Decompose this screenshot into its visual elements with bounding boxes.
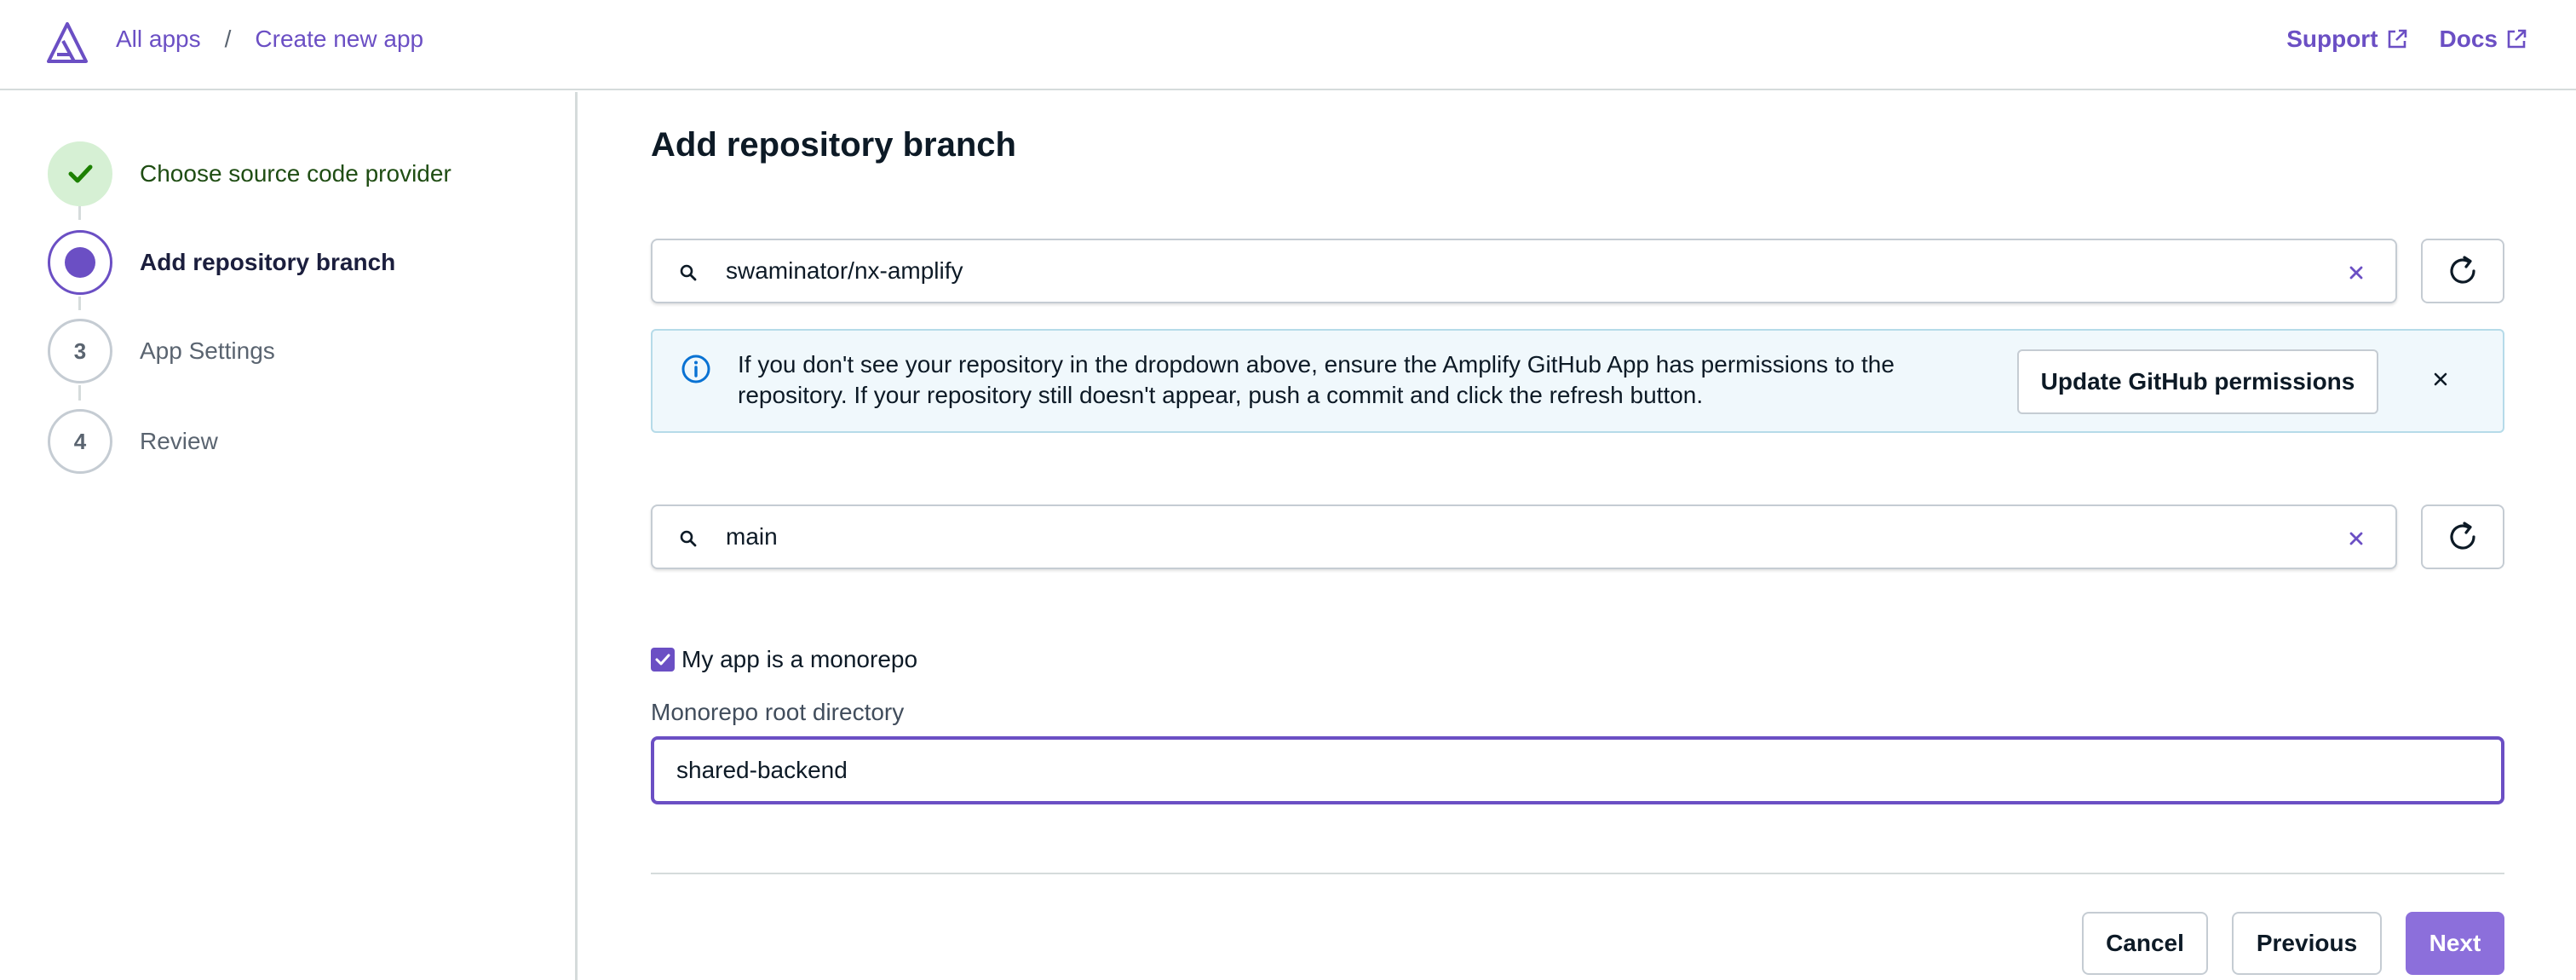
refresh-icon: [2450, 522, 2475, 550]
previous-button[interactable]: Previous: [2232, 912, 2382, 975]
close-icon[interactable]: [2429, 368, 2452, 390]
clear-icon[interactable]: [2346, 528, 2366, 549]
monorepo-root-directory-label: Monorepo root directory: [651, 699, 905, 725]
step-status-completed: [48, 141, 112, 206]
repository-select[interactable]: swaminator/nx-amplify: [651, 239, 2397, 303]
refresh-branches-button[interactable]: [2421, 504, 2504, 569]
github-permissions-alert: If you don't see your repository in the …: [651, 329, 2504, 433]
support-link[interactable]: Support: [2286, 26, 2408, 53]
current-step-dot: [65, 247, 95, 278]
breadcrumb-separator: /: [224, 26, 232, 52]
step-label: App Settings: [140, 337, 275, 364]
step-label: Choose source code provider: [140, 160, 451, 187]
checkmark-icon: [655, 654, 670, 666]
step-number: 4: [48, 409, 112, 474]
repository-select-value: swaminator/nx-amplify: [726, 257, 963, 284]
external-link-icon: [2388, 29, 2406, 49]
support-link-label: Support: [2286, 26, 2378, 52]
checkbox-checked[interactable]: [651, 648, 675, 672]
breadcrumb-all-apps[interactable]: All apps: [116, 26, 201, 53]
refresh-repositories-button[interactable]: [2421, 239, 2504, 303]
top-navigation-bar: All apps / Create new app Support Docs: [0, 0, 2576, 90]
amplify-logo-icon[interactable]: [46, 22, 89, 65]
page-title: Add repository branch: [651, 126, 1016, 164]
breadcrumb: All apps / Create new app: [116, 26, 423, 53]
branch-select-value: main: [726, 523, 778, 550]
clear-icon[interactable]: [2346, 262, 2366, 283]
docs-link[interactable]: Docs: [2440, 26, 2528, 53]
branch-select[interactable]: main: [651, 504, 2397, 569]
step-status-current: [48, 230, 112, 295]
search-icon: [680, 264, 697, 281]
step-label: Add repository branch: [140, 249, 396, 275]
next-button[interactable]: Next: [2406, 912, 2504, 975]
step-choose-source-provider[interactable]: Choose source code provider: [48, 141, 451, 206]
header-links: Support Docs: [2256, 26, 2528, 53]
step-add-repository-branch[interactable]: Add repository branch: [48, 230, 395, 295]
monorepo-checkbox[interactable]: My app is a monorepo: [651, 646, 917, 673]
update-github-permissions-button[interactable]: Update GitHub permissions: [2017, 349, 2378, 414]
alert-message: If you don't see your repository in the …: [738, 351, 1895, 408]
breadcrumb-create-new-app[interactable]: Create new app: [255, 26, 423, 53]
step-connector: [78, 206, 81, 220]
refresh-icon: [2450, 256, 2475, 284]
external-link-icon: [2507, 29, 2527, 49]
step-label: Review: [140, 428, 218, 454]
checkmark-icon: [68, 164, 93, 183]
monorepo-root-directory-input[interactable]: [651, 736, 2504, 804]
step-connector: [78, 385, 81, 401]
wizard-steps-sidebar: Choose source code provider Add reposito…: [0, 92, 578, 980]
step-connector: [78, 297, 81, 310]
info-icon: [681, 355, 710, 383]
cancel-button[interactable]: Cancel: [2082, 912, 2208, 975]
step-app-settings[interactable]: 3 App Settings: [48, 319, 275, 383]
docs-link-label: Docs: [2439, 26, 2498, 52]
search-icon: [680, 530, 697, 547]
divider: [651, 873, 2504, 874]
monorepo-checkbox-label: My app is a monorepo: [681, 646, 918, 672]
step-review[interactable]: 4 Review: [48, 409, 218, 474]
step-number: 3: [48, 319, 112, 383]
